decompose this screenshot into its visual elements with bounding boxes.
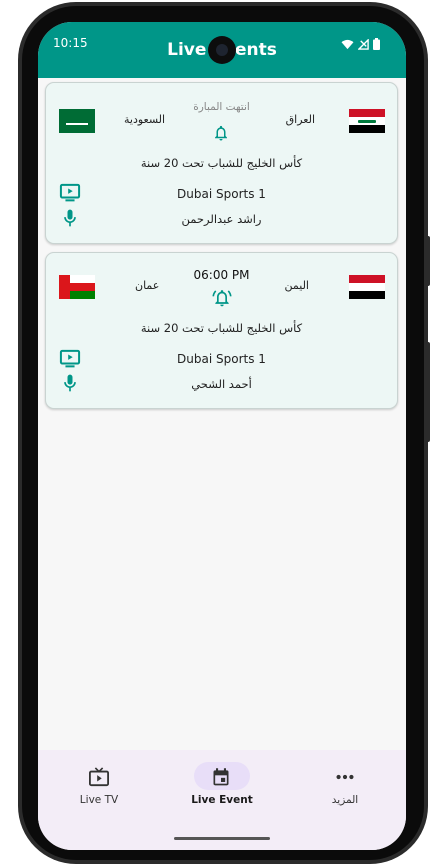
league-name: كأس الخليج للشباب تحت 20 سنة	[140, 321, 303, 335]
volume-button	[426, 236, 430, 286]
calendar-icon	[213, 768, 229, 786]
away-team-name: عمان	[135, 279, 160, 292]
nav-item-live-event[interactable]: Live Event	[161, 750, 283, 830]
live-tv-icon	[89, 767, 109, 787]
oman-flag-icon	[59, 275, 95, 299]
front-camera	[208, 36, 236, 64]
home-indicator[interactable]	[174, 837, 270, 840]
nav-label: المزيد	[331, 794, 359, 806]
nav-label: Live TV	[79, 794, 119, 806]
alarm-bell-icon[interactable]	[212, 288, 232, 308]
channel-name: Dubai Sports 1	[177, 187, 266, 201]
home-team-name: العراق	[285, 113, 315, 126]
channel-name: Dubai Sports 1	[177, 352, 266, 366]
nav-label: Live Event	[191, 794, 253, 806]
match-status: انتهت المبارة	[193, 101, 250, 113]
bottom-navigation: Live TV Live Event المزيد	[38, 750, 406, 850]
commentator-name: أحمد الشحي	[191, 377, 252, 391]
saudi-flag-icon	[59, 109, 95, 133]
match-card[interactable]: اليمن 06:00 PM عمان كأس الخليج للشباب تح…	[45, 252, 398, 409]
more-horizontal-icon	[336, 774, 354, 780]
away-team-name: السعودية	[124, 113, 166, 126]
commentator-name: راشد عبدالرحمن	[181, 212, 262, 226]
nav-item-live-tv[interactable]: Live TV	[38, 750, 160, 830]
match-card[interactable]: العراق انتهت المبارة السعودية كأس الخليج…	[45, 82, 398, 244]
nav-item-more[interactable]: المزيد	[284, 750, 406, 830]
notification-bell-icon[interactable]	[212, 123, 230, 143]
power-button	[426, 342, 430, 442]
league-name: كأس الخليج للشباب تحت 20 سنة	[140, 156, 303, 170]
app-screen: 10:15 Live Events العراق انتهت المبارة ا…	[38, 22, 406, 850]
match-time: 06:00 PM	[193, 268, 250, 282]
